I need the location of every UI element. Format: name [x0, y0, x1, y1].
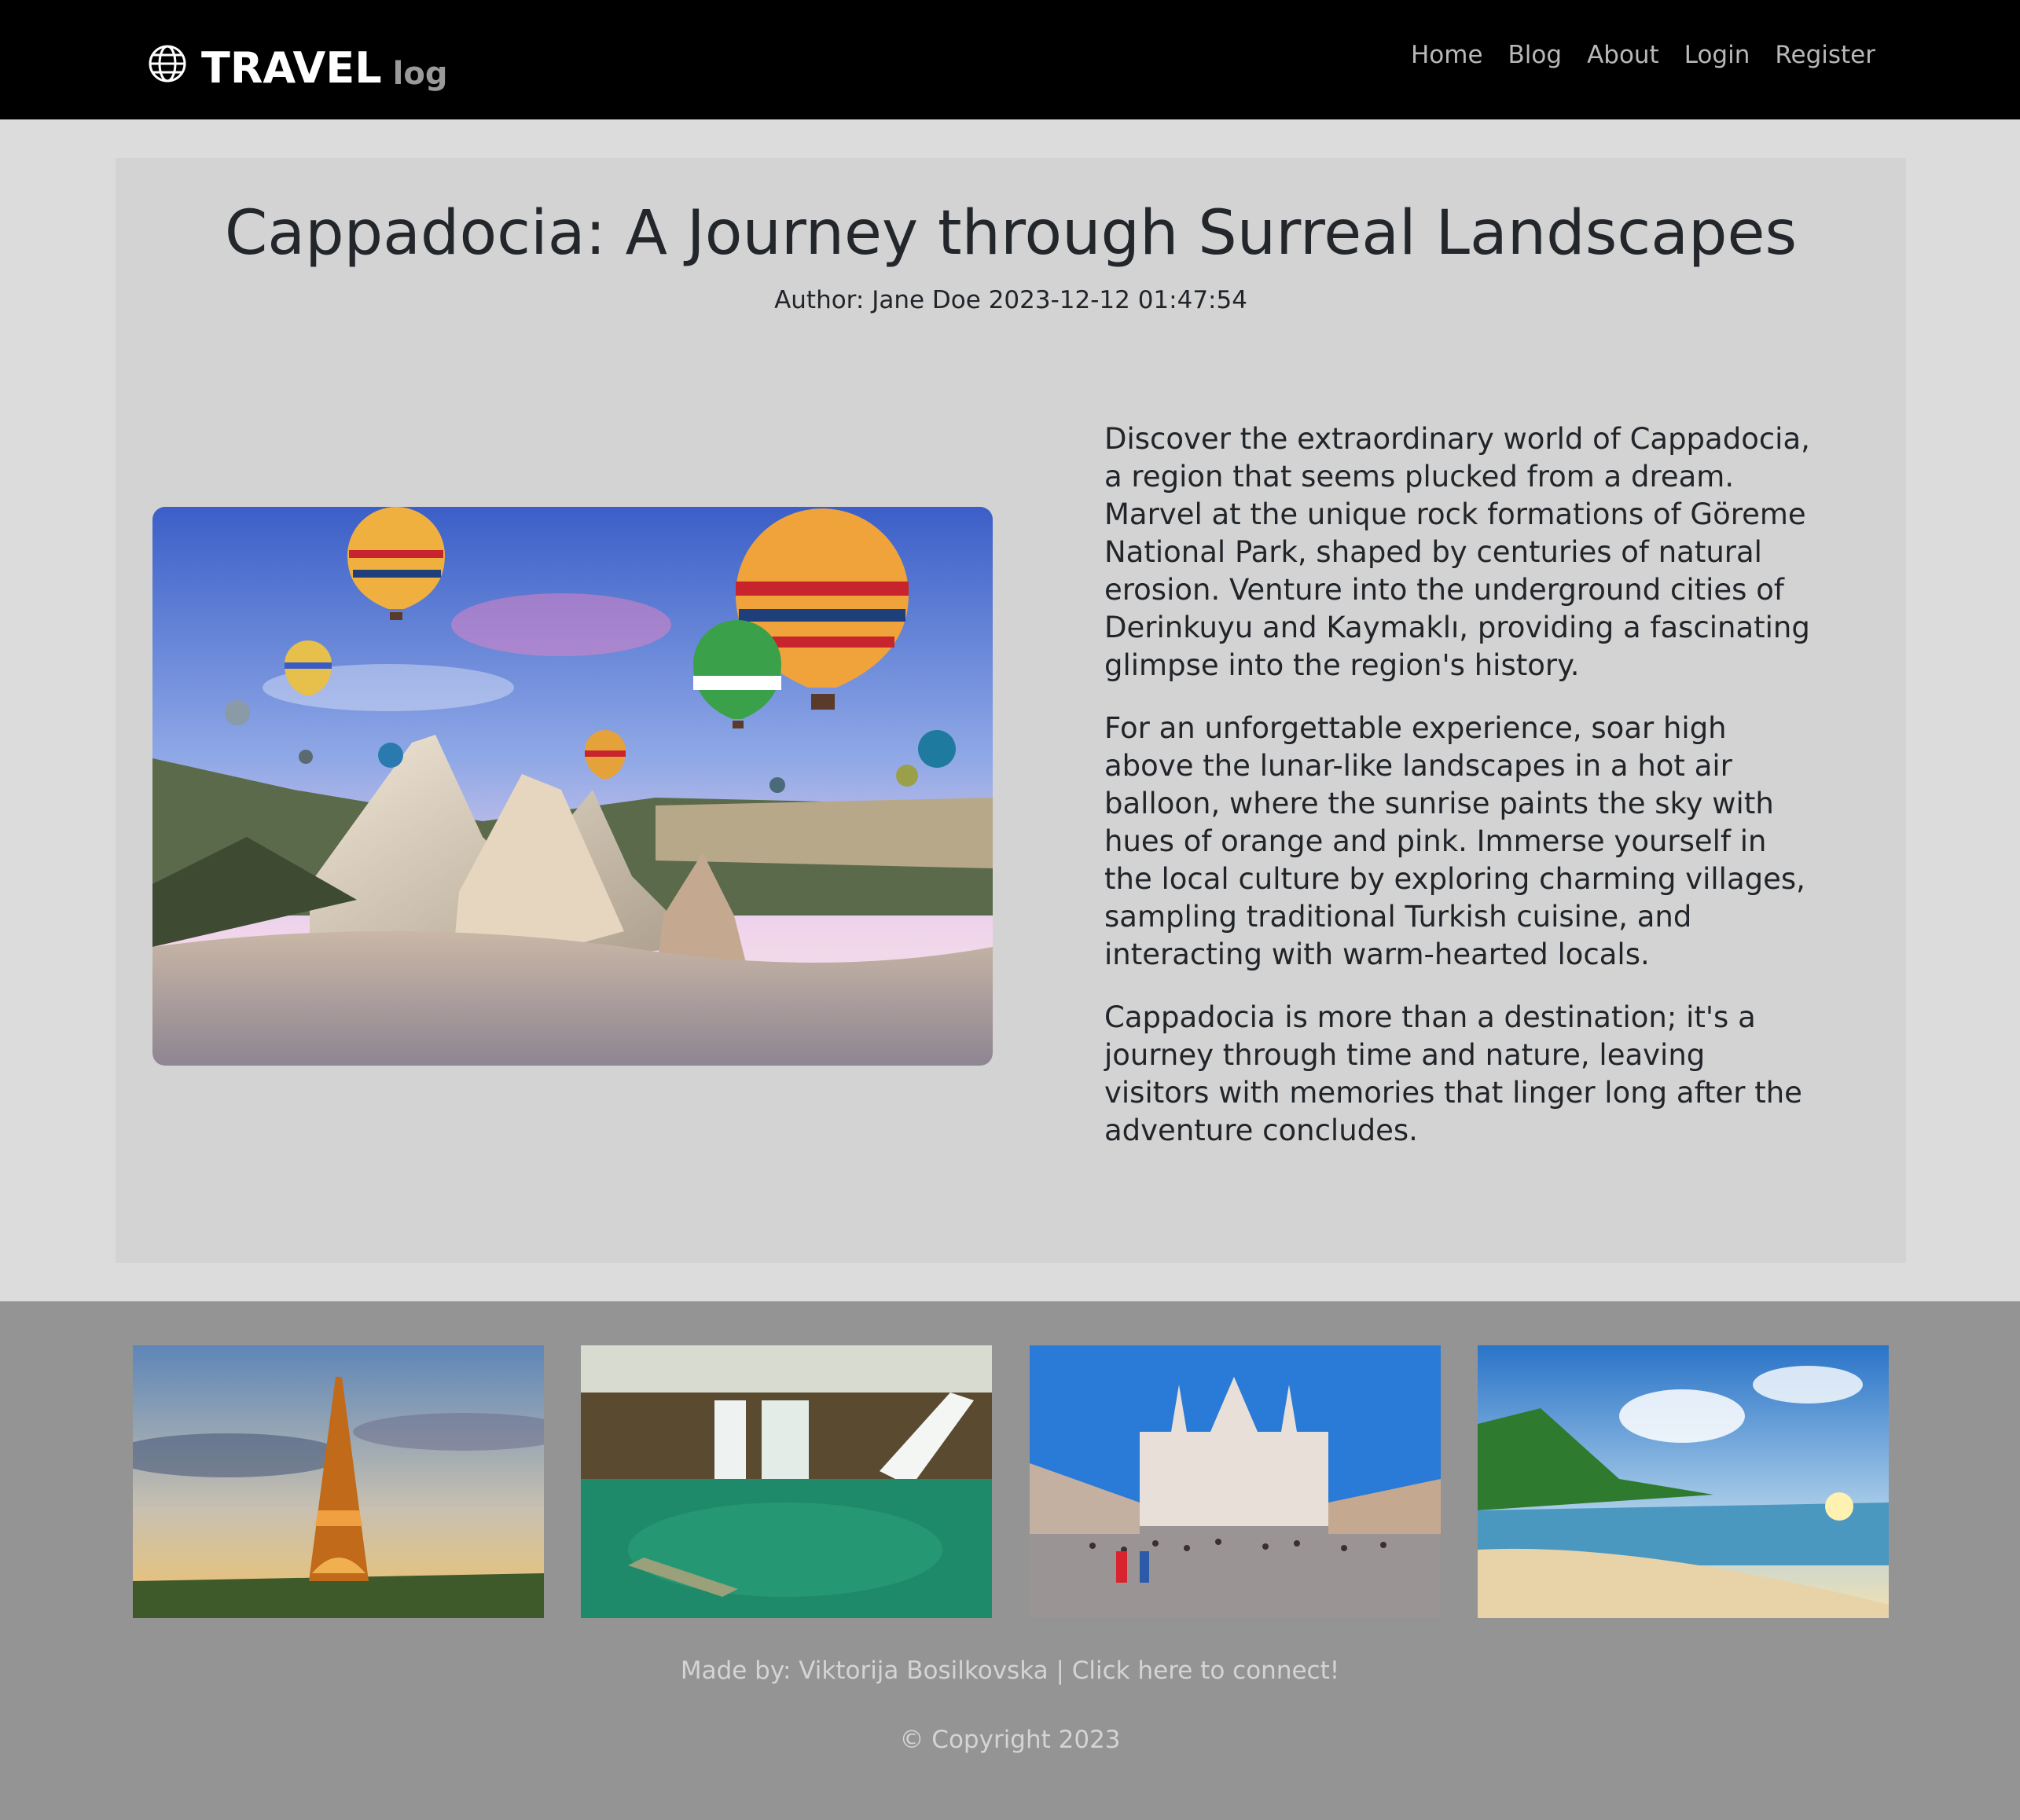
post-paragraph-2: For an unforgettable experience, soar hi… — [1104, 711, 1805, 971]
post-meta: Author: Jane Doe 2023-12-12 01:47:54 — [116, 286, 1906, 314]
post-date: 2023-12-12 01:47:54 — [988, 286, 1247, 314]
footer: Made by: Viktorija Bosilkovska | Click h… — [0, 1301, 2020, 1820]
post-title: Cappadocia: A Journey through Surreal La… — [224, 198, 1798, 269]
author-name: Jane Doe — [872, 286, 981, 314]
nav-home-link[interactable]: Home — [1411, 39, 1483, 71]
author-label: Author: — [774, 286, 865, 314]
brand-name: TRAVEL — [201, 43, 382, 93]
nav-blog-link[interactable]: Blog — [1508, 39, 1563, 71]
post-paragraph-1: Discover the extraordinary world of Capp… — [1104, 422, 1810, 682]
post-body: Discover the extraordinary world of Capp… — [1104, 420, 1812, 1175]
copyright-text: © Copyright 2023 — [899, 1726, 1121, 1754]
nav-register-link[interactable]: Register — [1775, 39, 1875, 71]
credit-text[interactable]: Made by: Viktorija Bosilkovska | Click h… — [681, 1657, 1339, 1685]
post-paragraph-3: Cappadocia is more than a destination; i… — [1104, 1000, 1802, 1147]
globe-icon — [149, 45, 186, 83]
nav-login-link[interactable]: Login — [1684, 39, 1750, 71]
nav-menu: Home Blog About Login Register — [1386, 39, 1875, 71]
brand-logo[interactable]: TRAVEL log — [148, 35, 447, 90]
gallery-image-eiffel-tower[interactable] — [133, 1345, 544, 1618]
gallery-image-beach[interactable] — [1478, 1345, 1889, 1618]
post-hero-image — [152, 507, 993, 1066]
post-card: Cappadocia: A Journey through Surreal La… — [116, 158, 1906, 1263]
gallery-image-milan-cathedral[interactable] — [1030, 1345, 1441, 1618]
brand-suffix: log — [392, 56, 448, 92]
credit-link[interactable]: Made by: Viktorija Bosilkovska | Click h… — [0, 1657, 2020, 1685]
nav-about-link[interactable]: About — [1587, 39, 1659, 71]
navbar: TRAVEL log Home Blog About Login Registe… — [0, 0, 2020, 119]
gallery-image-waterfall[interactable] — [581, 1345, 992, 1618]
